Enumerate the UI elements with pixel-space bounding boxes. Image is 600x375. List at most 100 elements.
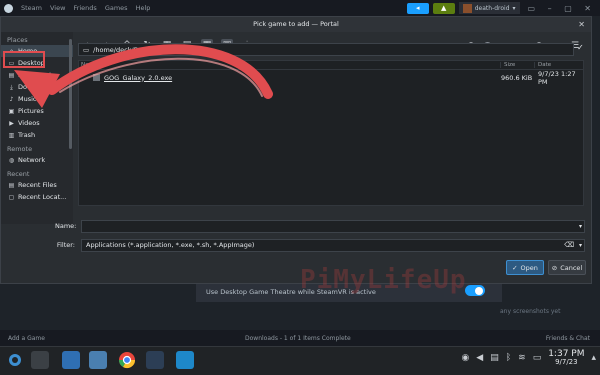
file-size: 960.6 KiB — [501, 73, 533, 82]
file-name-cell: GOG_Galaxy_2.0.exe — [79, 74, 501, 82]
taskbar: ◉ ◀ ▤ ᛒ ≋ ▭ 1:37 PM 9/7/23 ▴ — [0, 346, 600, 375]
menu-steam[interactable]: Steam — [21, 4, 42, 12]
filter-row: Filter: Applications (*.application, *.e… — [55, 238, 585, 252]
open-label: Open — [520, 263, 538, 272]
places-item-documents[interactable]: ▤ Documents — [1, 69, 73, 81]
downloads-icon: ⤓ — [10, 83, 13, 91]
steam-header-right: ◂ ▲ death-droid ▾ ▭ – ▢ ✕ — [406, 2, 596, 14]
steam-logo-icon[interactable] — [4, 3, 13, 13]
places-item-downloads[interactable]: ⤓ Downloads — [1, 81, 73, 93]
chevron-down-icon: ▾ — [512, 4, 516, 12]
notifications-icon[interactable]: ▲ — [432, 2, 455, 14]
steam-icon[interactable] — [146, 351, 164, 369]
steam-menubar: Steam View Friends Games Help ◂ ▲ death-… — [0, 0, 600, 16]
pictures-icon: ▣ — [8, 107, 15, 115]
dialog-title: Pick game to add — Portal — [253, 20, 339, 28]
volume-icon[interactable]: ◀ — [476, 353, 483, 363]
file-row[interactable]: GOG_Galaxy_2.0.exe 960.6 KiB 9/7/23 1:27… — [79, 69, 583, 86]
cancel-icon: ⊘ — [551, 263, 558, 272]
clock-date: 9/7/23 — [555, 358, 578, 367]
menu-games[interactable]: Games — [105, 4, 128, 12]
location-bar[interactable]: ▭ /home/deck/Downloads/ — [78, 43, 574, 56]
places-scrollbar[interactable] — [69, 39, 72, 149]
username: death-droid — [474, 4, 510, 12]
close-icon[interactable]: ✕ — [578, 17, 585, 32]
recent-locations-icon: ▢ — [8, 193, 15, 201]
menu-friends[interactable]: Friends — [73, 4, 96, 12]
downloads-status[interactable]: Downloads - 1 of 1 Items Complete — [245, 335, 351, 342]
recent-files-icon: ▤ — [8, 181, 15, 189]
watermark: PiMyLifeUp — [300, 265, 467, 295]
filter-label: Filter: — [56, 241, 75, 249]
chevron-down-icon[interactable]: ▾ — [579, 242, 582, 249]
places-item-videos[interactable]: ▶ Videos — [1, 117, 73, 129]
wifi-icon[interactable]: ≋ — [518, 353, 526, 363]
name-label: Name: — [55, 222, 77, 230]
places-item-label: Recent Files — [18, 181, 57, 189]
places-item-music[interactable]: ♪ Music — [1, 93, 73, 105]
places-item-label: Recent Locat... — [18, 193, 67, 201]
menu-view[interactable]: View — [50, 4, 65, 12]
clock[interactable]: 1:37 PM 9/7/23 — [548, 349, 584, 367]
name-row: Name: ▾ — [55, 219, 585, 233]
trash-icon: ▥ — [8, 131, 15, 139]
open-button[interactable]: ✓ Open — [506, 260, 544, 275]
menu-help[interactable]: Help — [136, 4, 151, 12]
chevron-down-icon[interactable]: ▾ — [579, 223, 582, 230]
broadcast-icon[interactable]: ◂ — [406, 2, 429, 14]
window-controls[interactable]: ▭ – ▢ ✕ — [528, 4, 596, 13]
places-item-recent-files[interactable]: ▤ Recent Files — [1, 179, 73, 191]
confirm-path-icon[interactable]: ✓ — [577, 43, 584, 52]
profile-menu[interactable]: death-droid ▾ — [458, 2, 520, 14]
location-path: /home/deck/Downloads/ — [93, 45, 172, 54]
friends-chat-button[interactable]: Friends & Chat — [546, 335, 590, 342]
places-item-label: Documents — [18, 71, 56, 79]
cancel-button[interactable]: ⊘ Cancel — [548, 260, 586, 275]
discover-icon[interactable] — [62, 351, 80, 369]
bluetooth-icon[interactable]: ᛒ — [506, 353, 511, 363]
clipboard-icon[interactable]: ▤ — [490, 353, 499, 363]
chrome-icon[interactable] — [118, 351, 136, 369]
app-launcher-icon[interactable] — [6, 351, 24, 369]
clear-icon[interactable]: ⌫ — [564, 241, 574, 249]
dialog-title-bar: Pick game to add — Portal ✕ — [1, 17, 591, 32]
cancel-label: Cancel — [560, 263, 583, 272]
file-name: GOG_Galaxy_2.0.exe — [104, 73, 173, 82]
folder-icon: ▭ — [83, 45, 90, 54]
file-date: 9/7/23 1:27 PM — [538, 69, 576, 86]
avatar — [462, 3, 472, 13]
places-item-label: Downloads — [18, 83, 54, 91]
system-settings-icon[interactable] — [31, 351, 49, 369]
column-size[interactable]: Size — [501, 62, 535, 68]
places-item-label: Music — [18, 95, 37, 103]
exe-file-icon — [93, 74, 100, 81]
file-manager-icon[interactable] — [89, 351, 107, 369]
kde-store-icon[interactable] — [176, 351, 194, 369]
column-date[interactable]: Date — [535, 62, 583, 68]
remote-heading: Remote — [7, 145, 33, 153]
music-icon: ♪ — [9, 95, 14, 103]
videos-icon: ▶ — [9, 119, 14, 127]
screenshots-text: any screenshots yet — [500, 308, 561, 315]
places-item-trash[interactable]: ▥ Trash — [1, 129, 73, 141]
system-tray: ◉ ◀ ▤ ᛒ ≋ ▭ 1:37 PM 9/7/23 ▴ — [461, 349, 596, 367]
show-desktop-icon[interactable]: ▴ — [591, 353, 596, 363]
places-item-recent-locations[interactable]: ▢ Recent Locat... — [1, 191, 73, 203]
column-name[interactable]: Name — [79, 62, 501, 68]
home-highlight-box — [3, 51, 45, 68]
battery-icon[interactable]: ▭ — [533, 353, 542, 363]
recent-heading: Recent — [7, 170, 30, 178]
network-icon: ◍ — [8, 156, 15, 164]
name-input[interactable]: ▾ — [81, 219, 585, 233]
places-heading: Places — [7, 36, 28, 44]
places-item-label: Pictures — [18, 107, 44, 115]
places-item-network[interactable]: ◍ Network — [1, 154, 73, 166]
steamvr-toggle[interactable] — [465, 285, 485, 296]
places-item-pictures[interactable]: ▣ Pictures — [1, 105, 73, 117]
check-icon: ✓ — [512, 263, 518, 272]
places-item-label: Videos — [18, 119, 40, 127]
steam-tray-icon[interactable]: ◉ — [461, 353, 469, 363]
filter-select[interactable]: Applications (*.application, *.exe, *.sh… — [81, 238, 585, 252]
add-game-button[interactable]: Add a Game — [8, 335, 45, 342]
places-item-label: Network — [18, 156, 46, 164]
